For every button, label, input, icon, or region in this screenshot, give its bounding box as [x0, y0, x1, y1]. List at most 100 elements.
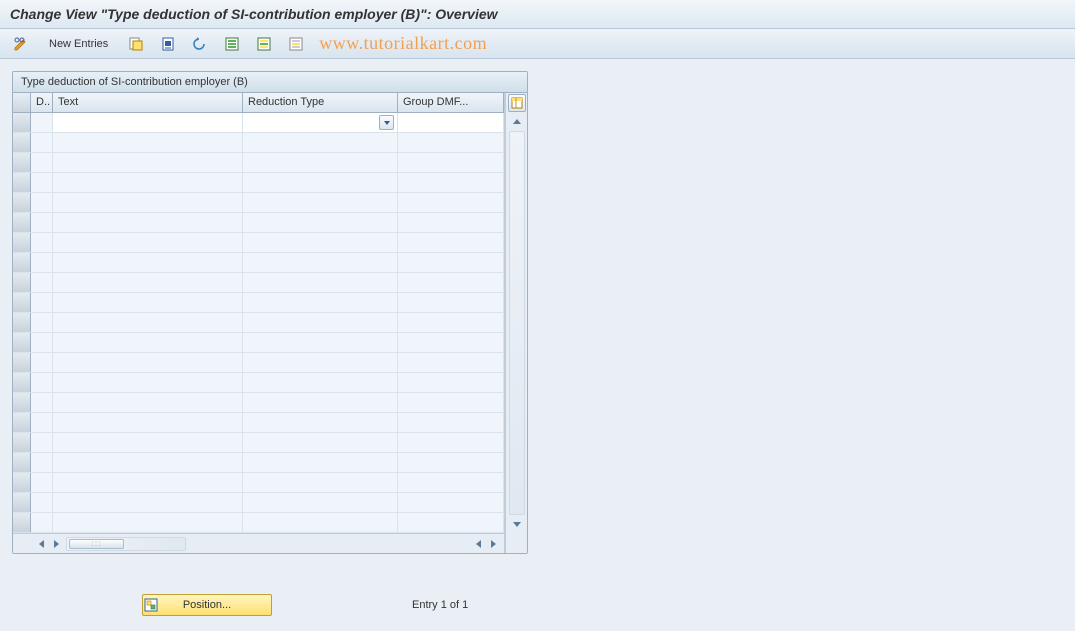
cell-reduction-type[interactable] — [243, 333, 398, 352]
cell-text[interactable] — [53, 193, 243, 212]
cell-reduction-type[interactable] — [243, 233, 398, 252]
cell-d[interactable] — [31, 153, 53, 172]
select-block-button[interactable] — [251, 33, 277, 55]
cell-d[interactable] — [31, 473, 53, 492]
select-all-button[interactable] — [219, 33, 245, 55]
scroll-up-button[interactable] — [509, 114, 525, 130]
vertical-scrollbar[interactable] — [505, 93, 527, 553]
cell-reduction-type[interactable] — [243, 393, 398, 412]
cell-reduction-type[interactable] — [243, 493, 398, 512]
scroll-right-end-button[interactable] — [486, 537, 500, 551]
row-selector[interactable] — [13, 353, 31, 372]
cell-reduction-type[interactable] — [243, 213, 398, 232]
dropdown-button[interactable] — [379, 115, 394, 130]
cell-group-dmf[interactable] — [398, 233, 504, 252]
cell-d[interactable] — [31, 393, 53, 412]
cell-group-dmf[interactable] — [398, 293, 504, 312]
row-selector[interactable] — [13, 493, 31, 512]
cell-d[interactable] — [31, 373, 53, 392]
cell-reduction-type[interactable] — [243, 513, 398, 532]
table-settings-button[interactable] — [508, 94, 526, 112]
row-selector[interactable] — [13, 253, 31, 272]
cell-reduction-type[interactable] — [243, 313, 398, 332]
cell-group-dmf[interactable] — [398, 493, 504, 512]
cell-d[interactable] — [31, 273, 53, 292]
cell-group-dmf[interactable] — [398, 193, 504, 212]
cell-text[interactable] — [53, 313, 243, 332]
row-selector[interactable] — [13, 453, 31, 472]
copy-as-button[interactable] — [123, 33, 149, 55]
cell-reduction-type[interactable] — [243, 433, 398, 452]
row-selector[interactable] — [13, 433, 31, 452]
scroll-left-button[interactable] — [35, 537, 49, 551]
cell-group-dmf[interactable] — [398, 453, 504, 472]
column-header-text[interactable]: Text — [53, 93, 243, 112]
row-selector[interactable] — [13, 153, 31, 172]
row-selector[interactable] — [13, 333, 31, 352]
hscroll-track[interactable]: ::: — [66, 537, 186, 551]
change-display-button[interactable] — [8, 33, 34, 55]
column-header-group[interactable]: Group DMF... — [398, 93, 504, 112]
scroll-right-button[interactable] — [49, 537, 63, 551]
cell-group-dmf[interactable] — [398, 413, 504, 432]
row-selector[interactable] — [13, 393, 31, 412]
cell-text[interactable] — [53, 393, 243, 412]
scroll-left-end-button[interactable] — [472, 537, 486, 551]
cell-group-dmf[interactable] — [398, 473, 504, 492]
cell-d[interactable] — [31, 213, 53, 232]
cell-text[interactable] — [53, 373, 243, 392]
row-selector[interactable] — [13, 273, 31, 292]
row-selector-header[interactable] — [13, 93, 31, 112]
hscroll-thumb[interactable]: ::: — [69, 539, 124, 549]
cell-group-dmf[interactable] — [398, 153, 504, 172]
cell-text[interactable] — [53, 513, 243, 532]
cell-reduction-type[interactable] — [243, 273, 398, 292]
cell-d[interactable] — [31, 413, 53, 432]
cell-group-dmf[interactable] — [398, 173, 504, 192]
position-button[interactable]: Position... — [142, 594, 272, 616]
new-entries-button[interactable]: New Entries — [40, 35, 117, 53]
cell-d[interactable] — [31, 133, 53, 152]
cell-group-dmf[interactable] — [398, 433, 504, 452]
cell-text[interactable] — [53, 173, 243, 192]
cell-group-dmf[interactable] — [398, 373, 504, 392]
cell-d[interactable] — [31, 173, 53, 192]
cell-group-dmf[interactable] — [398, 273, 504, 292]
cell-reduction-type[interactable] — [243, 113, 398, 132]
cell-reduction-type[interactable] — [243, 173, 398, 192]
cell-text[interactable] — [53, 293, 243, 312]
cell-reduction-type[interactable] — [243, 353, 398, 372]
undo-button[interactable] — [187, 33, 213, 55]
cell-text[interactable] — [53, 453, 243, 472]
cell-text[interactable] — [53, 153, 243, 172]
cell-d[interactable] — [31, 313, 53, 332]
cell-group-dmf[interactable] — [398, 393, 504, 412]
cell-group-dmf[interactable] — [398, 113, 504, 132]
cell-group-dmf[interactable] — [398, 313, 504, 332]
row-selector[interactable] — [13, 133, 31, 152]
cell-d[interactable] — [31, 253, 53, 272]
delete-button[interactable] — [155, 33, 181, 55]
cell-text[interactable] — [53, 233, 243, 252]
cell-d[interactable] — [31, 353, 53, 372]
row-selector[interactable] — [13, 113, 31, 132]
cell-reduction-type[interactable] — [243, 453, 398, 472]
scroll-down-button[interactable] — [509, 516, 525, 532]
cell-text[interactable] — [53, 473, 243, 492]
cell-text[interactable] — [53, 133, 243, 152]
cell-group-dmf[interactable] — [398, 333, 504, 352]
cell-text[interactable] — [53, 113, 243, 132]
cell-group-dmf[interactable] — [398, 353, 504, 372]
cell-d[interactable] — [31, 233, 53, 252]
cell-d[interactable] — [31, 333, 53, 352]
cell-group-dmf[interactable] — [398, 513, 504, 532]
cell-reduction-type[interactable] — [243, 473, 398, 492]
cell-reduction-type[interactable] — [243, 193, 398, 212]
cell-group-dmf[interactable] — [398, 213, 504, 232]
cell-reduction-type[interactable] — [243, 373, 398, 392]
cell-group-dmf[interactable] — [398, 253, 504, 272]
cell-reduction-type[interactable] — [243, 293, 398, 312]
row-selector[interactable] — [13, 473, 31, 492]
column-header-d[interactable]: D.. — [31, 93, 53, 112]
cell-reduction-type[interactable] — [243, 413, 398, 432]
